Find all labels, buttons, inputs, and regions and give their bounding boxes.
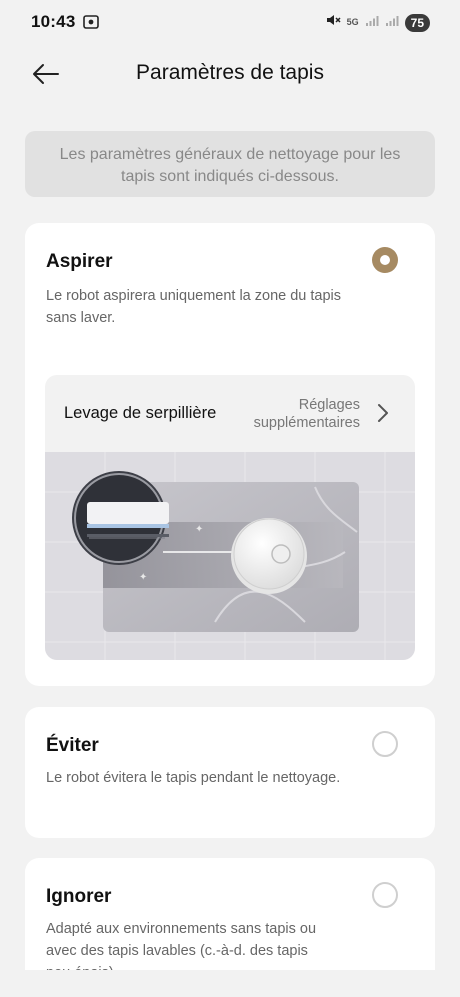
- option-card-ignorer[interactable]: Ignorer Adapté aux environnements sans t…: [25, 858, 435, 970]
- page-title: Paramètres de tapis: [136, 61, 324, 84]
- option-card-aspirer[interactable]: Aspirer Le robot aspirera uniquement la …: [25, 223, 435, 686]
- signal-icon-2: [385, 14, 399, 32]
- option-card-eviter[interactable]: Éviter Le robot évitera le tapis pendant…: [25, 707, 435, 838]
- status-icons: 5G 75: [325, 12, 430, 33]
- extra-settings-line-2: supplémentaires: [253, 415, 360, 431]
- chevron-right-icon: [378, 404, 388, 422]
- svg-text:✦: ✦: [139, 572, 147, 583]
- status-time: 10:43: [31, 12, 76, 31]
- mop-lift-label: Levage de serpillière: [64, 404, 217, 422]
- extra-settings-line-1: Réglages: [298, 397, 360, 413]
- network-5g-label: 5G: [346, 17, 359, 27]
- svg-text:✦: ✦: [195, 524, 203, 535]
- radio-eviter[interactable]: [372, 731, 398, 757]
- signal-icon: [365, 14, 379, 32]
- option-title: Aspirer: [46, 251, 113, 272]
- screen-record-icon: [82, 13, 100, 36]
- header: Paramètres de tapis: [0, 52, 460, 96]
- mute-icon: [325, 12, 341, 33]
- radio-ignorer[interactable]: [372, 882, 398, 908]
- mop-lift-panel: Levage de serpillière Réglages supplémen…: [45, 375, 415, 660]
- radio-aspirer[interactable]: [372, 247, 398, 273]
- carpet-illustration: ✦ ✦: [45, 452, 415, 660]
- option-title: Ignorer: [46, 886, 112, 907]
- mop-lift-row[interactable]: Levage de serpillière Réglages supplémen…: [45, 375, 415, 452]
- option-description: Le robot évitera le tapis pendant le net…: [46, 770, 341, 786]
- option-description: Le robot aspirera uniquement la zone du …: [46, 288, 342, 326]
- option-title: Éviter: [46, 735, 99, 756]
- option-description: Adapté aux environnements sans tapis ou …: [46, 921, 317, 970]
- status-bar: 10:43 5G 75: [0, 0, 460, 44]
- mop-lift-extra-settings[interactable]: Réglages supplémentaires: [254, 396, 360, 432]
- battery-indicator: 75: [404, 13, 430, 32]
- info-banner: Les paramètres généraux de nettoyage pou…: [25, 131, 435, 197]
